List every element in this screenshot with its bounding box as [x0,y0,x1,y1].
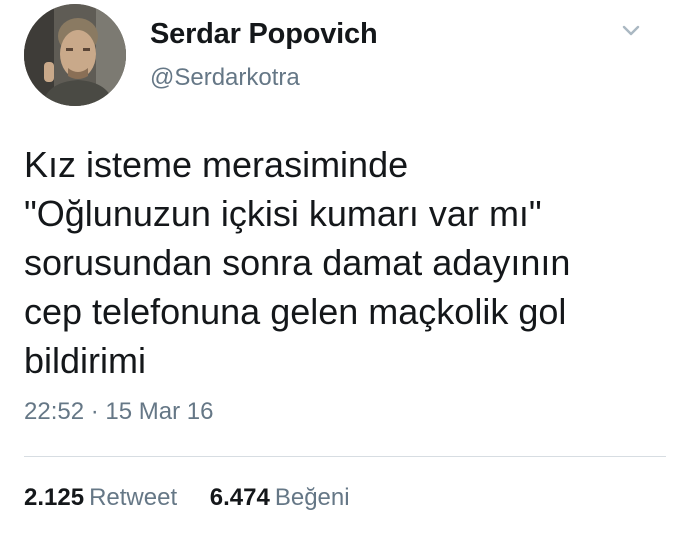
timestamp-separator: · [90,398,99,425]
chevron-down-icon[interactable] [618,18,644,44]
tweet-text-line: cep telefonuna gelen maçkolik gol [24,291,567,332]
divider [24,456,666,457]
tweet-text-line: Kız isteme merasiminde [24,144,409,185]
tweet-time: 22:52 [24,398,85,425]
tweet-text-line: "Oğlunuzun içkisi kumarı var mı" [24,193,542,234]
like-count: 6.474 [209,484,270,511]
tweet-date: 15 Mar 16 [105,398,214,425]
avatar[interactable] [24,4,126,106]
retweet-label: Retweet [89,484,178,511]
tweet-text: Kız isteme merasiminde "Oğlunuzun içkisi… [24,140,674,385]
retweet-stat[interactable]: 2.125 Retweet [24,484,177,512]
tweet-card: Serdar Popovich @Serdarkotra Kız isteme … [0,0,690,535]
retweet-count: 2.125 [24,484,85,511]
engagement-stats: 2.125 Retweet 6.474 Beğeni [24,484,350,512]
display-name[interactable]: Serdar Popovich [150,18,378,51]
tweet-timestamp[interactable]: 22:52 · 15 Mar 16 [24,398,213,426]
tweet-text-line: bildirimi [24,340,147,381]
user-handle[interactable]: @Serdarkotra [150,64,300,92]
like-label: Beğeni [274,484,350,511]
like-stat[interactable]: 6.474 Beğeni [210,484,350,512]
tweet-text-line: sorusundan sonra damat adayının [24,242,571,283]
avatar-photo [24,4,126,106]
